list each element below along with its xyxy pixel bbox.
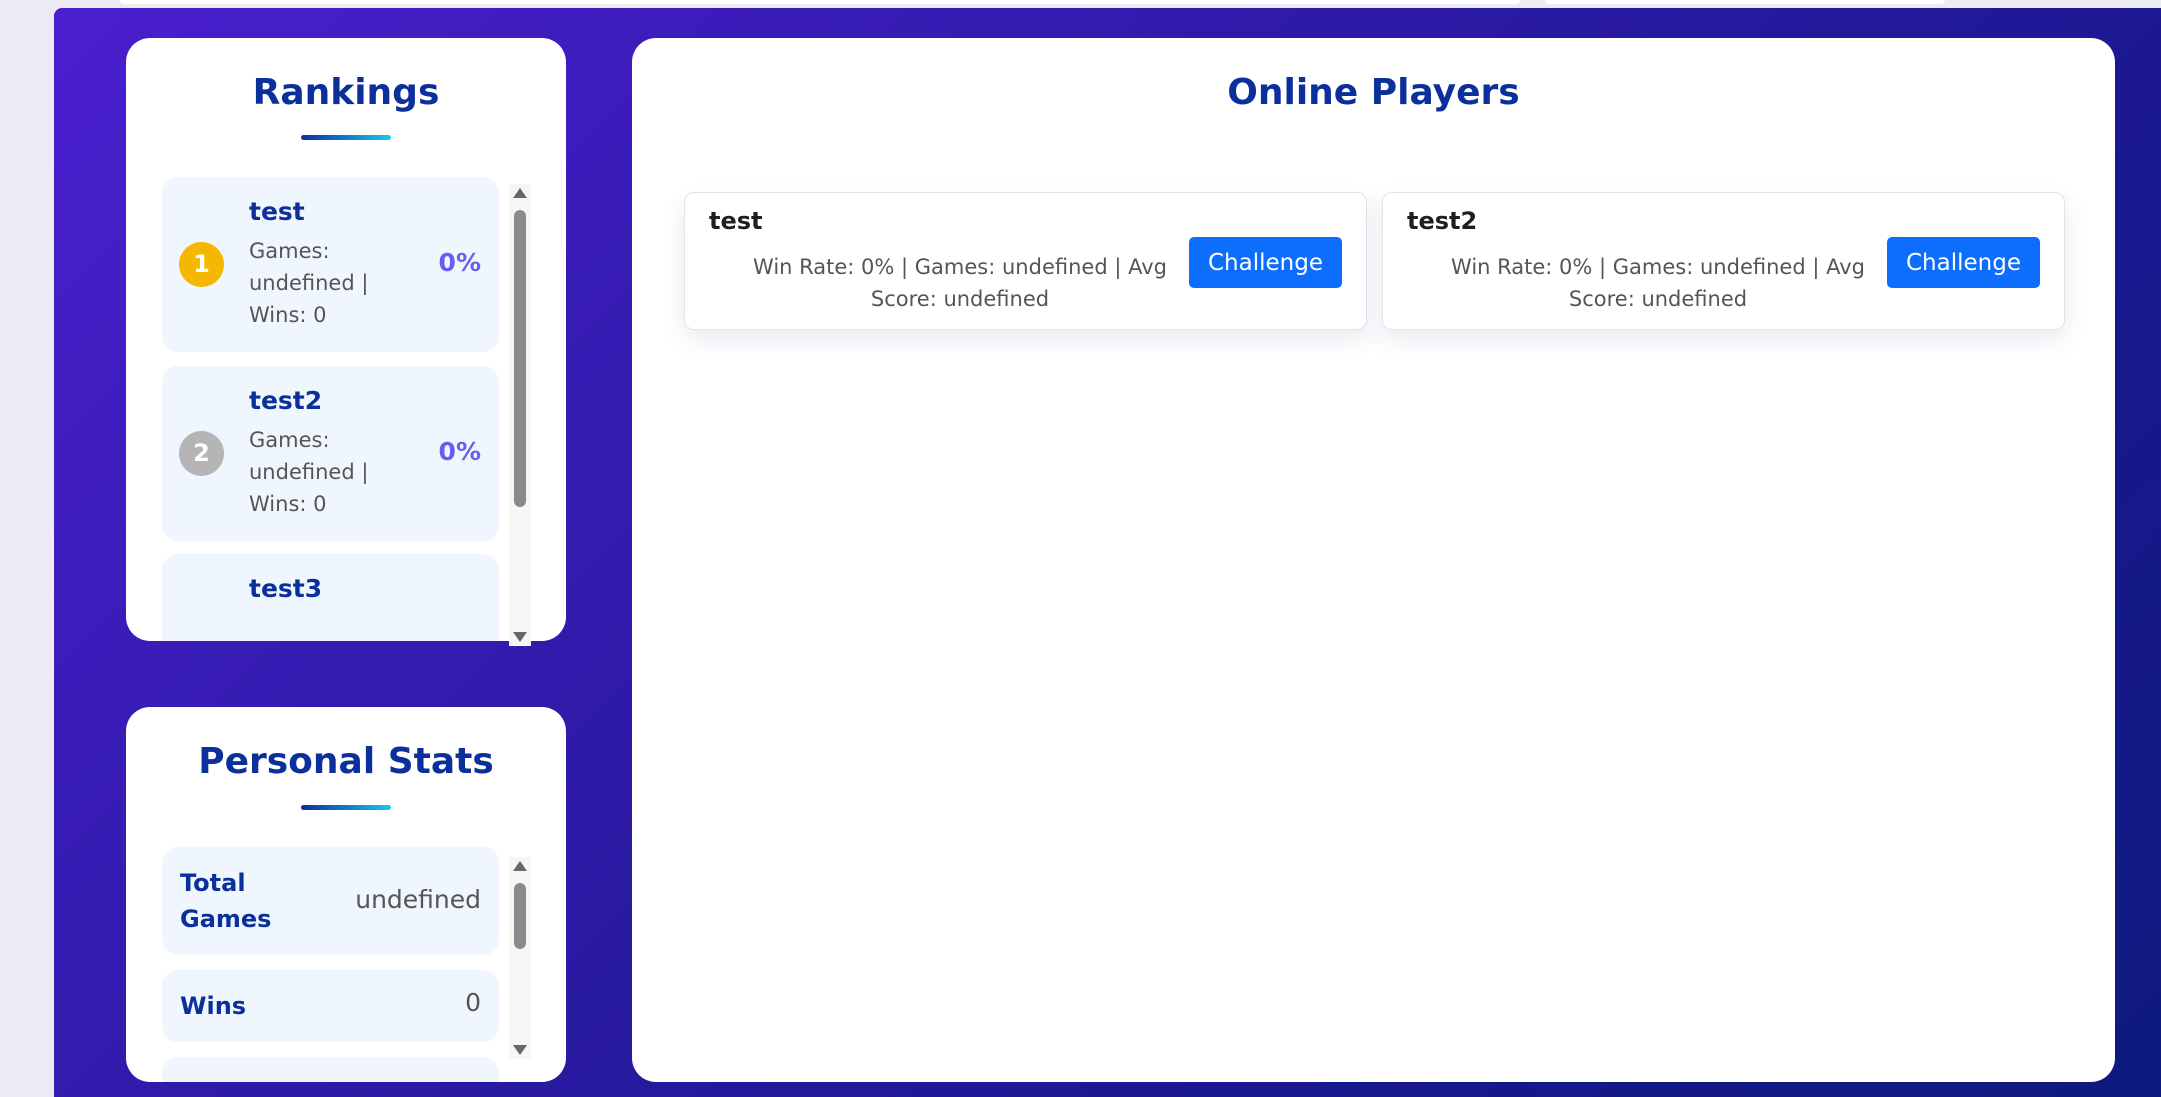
top-bar-left — [120, 0, 1520, 4]
personal-stats-panel: Personal Stats Total Games undefined Win… — [126, 707, 566, 1082]
stat-row-wins: Wins 0 — [162, 970, 499, 1042]
ranking-item: test3 — [162, 554, 499, 641]
ranking-player-name: test3 — [249, 574, 323, 603]
scroll-down-arrow-icon[interactable] — [513, 1045, 527, 1055]
ranking-item: 1 test Games: undefined | Wins: 0 0% — [162, 177, 499, 352]
ranking-player-name: test2 — [249, 386, 323, 415]
rankings-scrollbar[interactable] — [509, 184, 531, 646]
scrollbar-thumb[interactable] — [514, 210, 526, 507]
stat-row — [162, 1057, 499, 1082]
scroll-down-arrow-icon[interactable] — [513, 632, 527, 642]
stat-value: 0 — [465, 988, 481, 1017]
ranking-player-name: test — [249, 197, 305, 226]
online-players-panel: Online Players test Win Rate: 0% | Games… — [632, 38, 2115, 1082]
scroll-up-arrow-icon[interactable] — [513, 861, 527, 871]
online-players-title: Online Players — [1227, 72, 1520, 113]
rankings-title-underline — [301, 135, 391, 140]
rankings-list[interactable]: 1 test Games: undefined | Wins: 0 0% 2 t… — [162, 177, 499, 641]
player-meta: Win Rate: 0% | Games: undefined | Avg Sc… — [1451, 255, 1865, 311]
personal-stats-title-underline — [301, 805, 391, 810]
player-name: test — [709, 207, 763, 235]
ranking-player-meta: Games: undefined | Wins: 0 — [249, 428, 369, 516]
stat-value: undefined — [355, 885, 481, 914]
ranking-player-meta: Games: undefined | Wins: 0 — [249, 239, 369, 327]
stat-label: Total Games — [180, 869, 272, 933]
challenge-button[interactable]: Challenge — [1887, 237, 2040, 288]
player-card: test Win Rate: 0% | Games: undefined | A… — [684, 192, 1367, 330]
scroll-up-arrow-icon[interactable] — [513, 188, 527, 198]
scrollbar-thumb[interactable] — [514, 883, 526, 949]
ranking-win-rate: 0% — [438, 437, 481, 466]
personal-stats-scrollbar[interactable] — [509, 857, 531, 1059]
ranking-win-rate: 0% — [438, 248, 481, 277]
challenge-button[interactable]: Challenge — [1189, 237, 1342, 288]
player-name: test2 — [1407, 207, 1478, 235]
personal-stats-title: Personal Stats — [198, 741, 494, 782]
stat-label: Wins — [180, 992, 247, 1020]
rankings-title: Rankings — [252, 72, 440, 113]
personal-stats-list[interactable]: Total Games undefined Wins 0 — [162, 847, 499, 1082]
ranking-item: 2 test2 Games: undefined | Wins: 0 0% — [162, 366, 499, 541]
stat-row-total-games: Total Games undefined — [162, 847, 499, 955]
top-bar-right — [1545, 0, 1945, 4]
rank-badge-gold: 1 — [179, 242, 224, 287]
player-card: test2 Win Rate: 0% | Games: undefined | … — [1382, 192, 2065, 330]
player-meta: Win Rate: 0% | Games: undefined | Avg Sc… — [753, 255, 1167, 311]
rankings-panel: Rankings 1 test Games: undefined | Wins:… — [126, 38, 566, 646]
rank-badge-silver: 2 — [179, 431, 224, 476]
